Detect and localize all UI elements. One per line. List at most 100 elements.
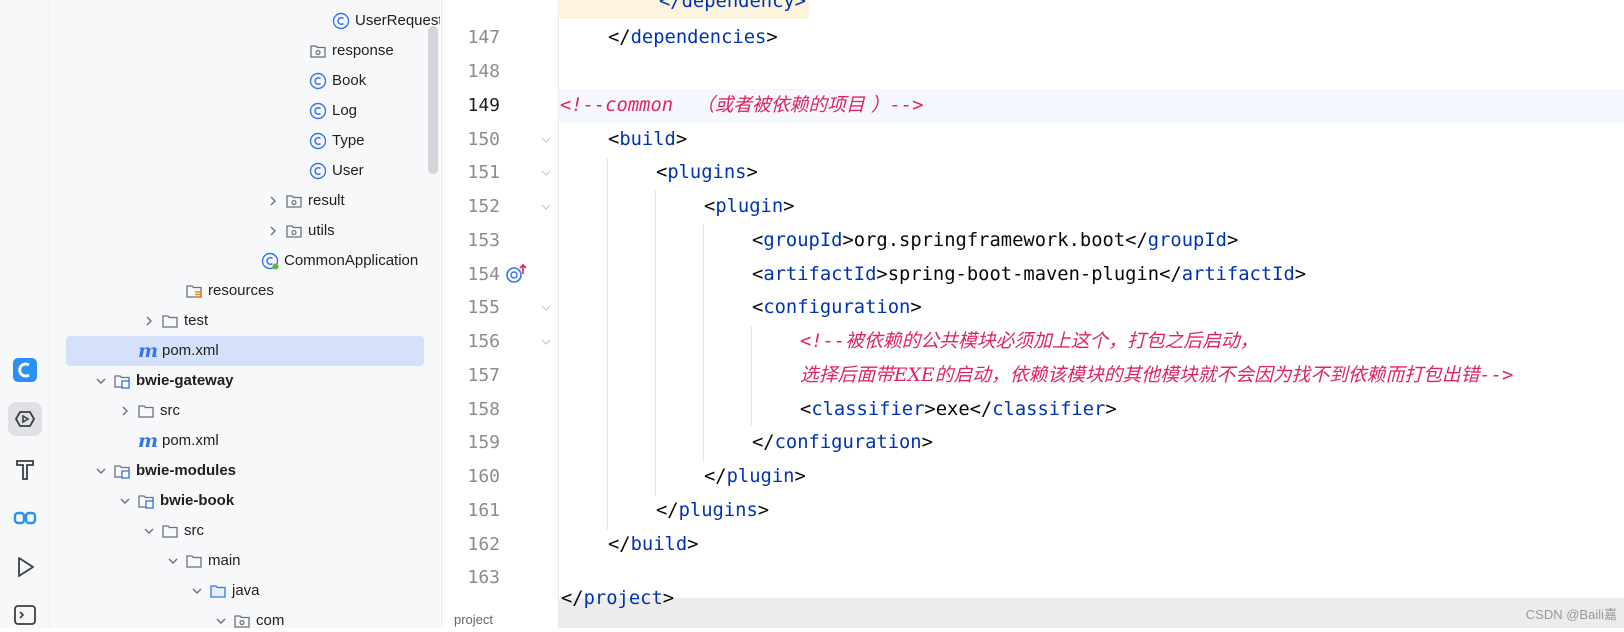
app-logo-icon[interactable]: [8, 353, 42, 387]
fold-marker-icon[interactable]: [540, 156, 552, 190]
tree-item[interactable]: User: [66, 156, 424, 186]
bracket: <: [752, 297, 764, 318]
fold-marker-icon[interactable]: [540, 291, 552, 325]
run-icon[interactable]: [8, 550, 42, 584]
bracket: </: [656, 500, 679, 521]
tree-item[interactable]: m pom.xml: [66, 426, 424, 456]
tree-item[interactable]: Log: [66, 96, 424, 126]
chevron-down-icon[interactable]: [90, 370, 112, 392]
bottom-partial-line: </project>: [559, 588, 1624, 628]
tree-item[interactable]: UserRequest: [66, 6, 440, 36]
xml-comment: <!--: [800, 331, 846, 352]
tree-item-label: result: [308, 192, 345, 209]
bracket: >: [783, 196, 795, 217]
line-number: 153: [467, 230, 500, 251]
tree-item[interactable]: Type: [66, 126, 424, 156]
xml-comment-text: 被依赖的公共模块必须加上这个，打包之后启动，: [845, 331, 1259, 352]
code-line: <build>: [559, 123, 1624, 157]
tree-item[interactable]: bwie-book: [66, 486, 424, 516]
tree-item[interactable]: result: [66, 186, 424, 216]
source-folder-icon: [208, 581, 228, 601]
tree-item-label: response: [332, 42, 394, 59]
tree-item[interactable]: Book: [66, 66, 424, 96]
tree-item[interactable]: CommonApplication: [66, 246, 424, 276]
tree-scrollbar[interactable]: [428, 26, 438, 174]
class-icon: [308, 131, 328, 151]
tree-item[interactable]: utils: [66, 216, 424, 246]
tree-item-selected[interactable]: m pom.xml: [66, 336, 424, 366]
chevron-down-icon[interactable]: [186, 580, 208, 602]
code-line: </dependencies>: [559, 21, 1624, 55]
tree-item-label: CommonApplication: [284, 252, 419, 269]
folder-icon: [184, 551, 204, 571]
line-number: 162: [467, 534, 500, 555]
breadcrumb[interactable]: project: [454, 612, 493, 627]
xml-comment: <!--common: [560, 95, 674, 116]
chevron-right-icon[interactable]: [262, 190, 284, 212]
plugin-link-icon[interactable]: [8, 501, 42, 535]
tree-item[interactable]: test: [66, 306, 424, 336]
line-number: 150: [467, 129, 500, 150]
folder-icon: [160, 521, 180, 541]
line-number: 157: [467, 365, 500, 386]
xml-tag: project: [583, 588, 663, 609]
code-line-current: <!--common （或者被依赖的项目 ）-->: [559, 89, 1624, 123]
services-icon[interactable]: [8, 402, 42, 436]
tree-item-label: Type: [332, 132, 365, 149]
xml-tag: configuration: [763, 297, 911, 318]
tree-item[interactable]: java: [66, 576, 424, 606]
code-line: </plugin>: [559, 460, 1624, 494]
line-number: 147: [467, 27, 500, 48]
tool-window-strip: [0, 0, 50, 628]
code-area[interactable]: </dependency> </dependencies> <!--common…: [559, 0, 1624, 628]
tree-item[interactable]: response: [66, 36, 424, 66]
maven-icon: m: [137, 430, 159, 452]
chevron-down-icon[interactable]: [90, 460, 112, 482]
code-line: <configuration>: [559, 291, 1624, 325]
tree-item[interactable]: bwie-modules: [66, 456, 424, 486]
xml-tag: build: [619, 129, 676, 150]
code-line: </configuration>: [559, 426, 1624, 460]
tree-item[interactable]: src: [66, 396, 424, 426]
build-hammer-icon[interactable]: [8, 452, 42, 486]
tree-item-label: bwie-gateway: [136, 372, 234, 389]
code-editor[interactable]: 147 148 149 150 151 152 153 154 155 156 …: [441, 0, 1624, 628]
tree-item[interactable]: com: [66, 606, 424, 628]
xml-tag: classifier: [992, 399, 1106, 420]
bracket: </: [752, 432, 775, 453]
terminal-icon[interactable]: [8, 598, 42, 632]
chevron-right-icon[interactable]: [114, 400, 136, 422]
tree-item[interactable]: resources: [66, 276, 424, 306]
fold-marker-icon[interactable]: [540, 325, 552, 359]
watermark: CSDN @Baili嘉: [1525, 607, 1617, 622]
chevron-down-icon[interactable]: [162, 550, 184, 572]
class-icon: [331, 11, 351, 31]
line-number: 155: [467, 297, 500, 318]
xml-tag: groupId: [1147, 230, 1227, 251]
code-line: </build>: [559, 528, 1624, 562]
override-gutter-icon[interactable]: [504, 262, 530, 286]
tree-item[interactable]: main: [66, 546, 424, 576]
module-icon: [112, 371, 132, 391]
fold-marker-icon[interactable]: [540, 190, 552, 224]
tree-item-label: pom.xml: [162, 432, 219, 449]
chevron-right-icon[interactable]: [138, 310, 160, 332]
xml-tag: build: [630, 534, 688, 555]
code-line: <classifier>exe</classifier>: [800, 399, 1117, 420]
chevron-right-icon[interactable]: [262, 220, 284, 242]
line-number: 151: [467, 162, 500, 183]
line-number: 160: [467, 466, 500, 487]
fold-marker-icon[interactable]: [540, 123, 552, 157]
bracket: </: [561, 588, 584, 609]
tree-item[interactable]: src: [66, 516, 424, 546]
chevron-down-icon[interactable]: [138, 520, 160, 542]
chevron-down-icon[interactable]: [114, 490, 136, 512]
bracket: </: [704, 466, 727, 487]
tree-item-label: bwie-modules: [136, 462, 237, 479]
line-number: 159: [467, 432, 500, 453]
xml-value: org.springframework.boot: [853, 230, 1126, 251]
bracket: >: [746, 162, 758, 183]
chevron-down-icon[interactable]: [210, 610, 232, 628]
code-line: <plugin>: [559, 190, 1624, 224]
tree-item[interactable]: bwie-gateway: [66, 366, 424, 396]
